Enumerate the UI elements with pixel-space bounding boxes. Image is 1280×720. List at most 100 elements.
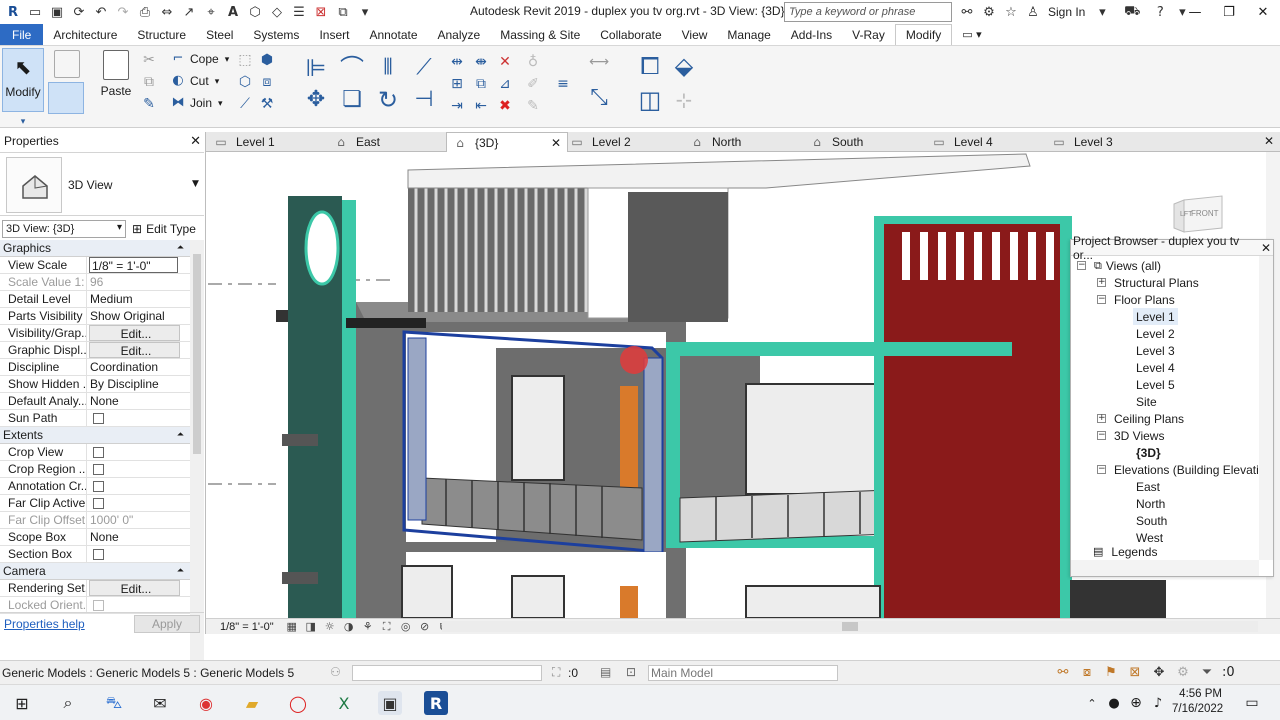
windows-start-icon[interactable]: ⊞ [10,691,34,715]
tab-view[interactable]: View [672,24,718,45]
section-box-checkbox[interactable] [93,549,104,560]
opera-icon[interactable]: ◯ [286,691,310,715]
tree-floor-plans[interactable]: − Floor Plans [1097,291,1175,308]
eyedropper-icon[interactable]: ✐ [524,76,542,92]
revit-logo-icon[interactable]: R [2,2,24,22]
reveal-hidden-icon[interactable]: ⊘ [417,620,433,633]
close-icon[interactable]: ✕ [1246,0,1280,24]
view-tab-north[interactable]: ⌂ North [690,132,741,152]
cut-button[interactable]: ◐ Cut ▾ [170,74,219,89]
default-3d-view-icon[interactable]: ⬡ [244,2,266,22]
lightbulb-icon[interactable]: ♁ [524,54,542,70]
measure-icon[interactable]: ⇔ [156,2,178,22]
project-browser-hscrollbar[interactable] [1071,560,1259,576]
workset-icon[interactable]: ⚇ [330,665,341,679]
tab-steel[interactable]: Steel [196,24,243,45]
match-type-icon[interactable]: ✎ [140,96,158,112]
split-face-icon[interactable]: ⬡ [236,74,254,90]
view-tab-south[interactable]: ⌂ South [810,132,863,152]
paste-button[interactable]: Paste [98,50,134,98]
tree-site[interactable]: Site [1136,393,1157,410]
mirror-line-icon[interactable]: ⟋ [410,54,438,82]
annotation-crop-checkbox[interactable] [93,481,104,492]
crop-view-checkbox[interactable] [93,447,104,458]
subscription-icon[interactable]: ⚙ [978,5,1000,20]
favorites-star-icon[interactable]: ☆ [1000,5,1022,20]
trim-extend-icon[interactable]: ⊣ [410,86,438,114]
tree-structural-plans[interactable]: + Structural Plans [1097,274,1199,291]
minimize-icon[interactable]: — [1178,0,1212,24]
tab-insert[interactable]: Insert [309,24,359,45]
chrome-icon[interactable]: ◉ [194,691,218,715]
delete-icon[interactable]: ✖ [496,98,514,114]
design-options-icon[interactable]: ⊡ [626,665,636,679]
parts-visibility-value[interactable]: Show Original [87,308,190,324]
graphic-display-edit-button[interactable]: Edit... [89,342,180,358]
collapse-icon[interactable]: − [1097,295,1106,304]
select-underlay-icon[interactable]: ⧇ [1078,665,1096,681]
save-icon[interactable]: ▣ [46,2,68,22]
store-icon[interactable]: ⛍ [102,691,126,715]
collapse-icon[interactable]: − [1097,465,1106,474]
tab-annotate[interactable]: Annotate [359,24,427,45]
filter-icon[interactable]: ⏷ [1198,665,1216,681]
view-tab-level-2[interactable]: ▭ Level 2 [570,132,630,152]
tree-views-all[interactable]: − ⧉ Views (all) [1077,257,1161,274]
visual-style-icon[interactable]: ◨ [303,620,319,633]
tab-manage[interactable]: Manage [717,24,780,45]
render-icon[interactable]: ⚘ [360,620,376,633]
wall-joins-icon[interactable]: ⬢ [258,52,276,68]
tab-systems[interactable]: Systems [243,24,309,45]
shadows-icon[interactable]: ◑ [341,620,357,633]
tab-file[interactable]: File [0,24,44,45]
mirror-axis-icon[interactable]: ⫴ [374,54,402,82]
instance-selector[interactable]: 3D View: {3D} [2,220,126,238]
view-tab-3d[interactable]: ⌂ {3D} ✕ [446,132,568,152]
workset-selector[interactable] [352,665,542,681]
unpin-icon[interactable]: ✕ [496,54,514,70]
tree-level-5[interactable]: Level 5 [1136,376,1175,393]
microphone-icon[interactable]: ● [1102,691,1126,715]
create-assembly-icon[interactable]: ⬙ [670,52,698,80]
scroll-thumb[interactable] [842,622,858,631]
sun-path-checkbox[interactable] [93,413,104,424]
tree-3d-default[interactable]: {3D} [1136,444,1161,461]
section-icon[interactable]: ◇ [266,2,288,22]
create-similar-icon[interactable]: ⊹ [670,86,698,114]
design-option-selector[interactable]: Main Model [648,665,838,681]
view-tab-level-4[interactable]: ▭ Level 4 [932,132,992,152]
sign-in-button[interactable]: Sign In [1048,5,1085,19]
dimension-tool-icon[interactable]: ⤡ [584,86,614,110]
chevron-down-icon[interactable]: ▾ [1091,5,1113,20]
split-gap-icon[interactable]: ⇼ [472,54,490,70]
binoculars-icon[interactable]: ⚯ [956,5,978,20]
tab-collaborate[interactable]: Collaborate [590,24,671,45]
excel-icon[interactable]: X [332,691,356,715]
edit-type-button[interactable]: ⊞ Edit Type [132,222,196,236]
help-search-input[interactable]: Type a keyword or phrase [784,2,952,22]
notifications-icon[interactable]: ▭ [1240,691,1264,715]
file-explorer-icon[interactable]: ▰ [240,691,264,715]
default-analysis-value[interactable]: None [87,393,190,409]
cart-icon[interactable]: ⛟ [1121,4,1143,21]
close-hidden-icon[interactable]: ⊠ [310,2,332,22]
volume-icon[interactable]: ♪ [1146,691,1170,715]
type-selector[interactable]: 3D View ▼ [0,152,204,216]
move-icon[interactable]: ✥ [302,86,330,114]
sun-path-icon[interactable]: ☼ [322,620,338,633]
revit-taskbar-icon[interactable]: R [424,691,448,715]
pin-icon[interactable]: ⊿ [496,76,514,92]
temporary-hide-icon[interactable]: ◎ [398,620,414,633]
modify-button[interactable]: ⬉ Modify [2,48,44,112]
expand-icon[interactable]: + [1097,414,1106,423]
demolish-icon[interactable]: ⬚ [236,52,254,68]
tab-v-ray[interactable]: V-Ray [842,24,895,45]
close-icon[interactable]: ✕ [1261,241,1271,255]
print-icon[interactable]: ⎙ [134,2,156,22]
help-icon[interactable]: ? [1149,5,1171,20]
section-extents[interactable]: Extents ⏶ [0,427,190,444]
paint-brush-icon[interactable]: ✎ [524,98,542,114]
close-tab-icon[interactable]: ✕ [551,136,561,150]
search-icon[interactable]: ⌕ [56,691,80,715]
section-camera[interactable]: Camera ⏶ [0,563,190,580]
